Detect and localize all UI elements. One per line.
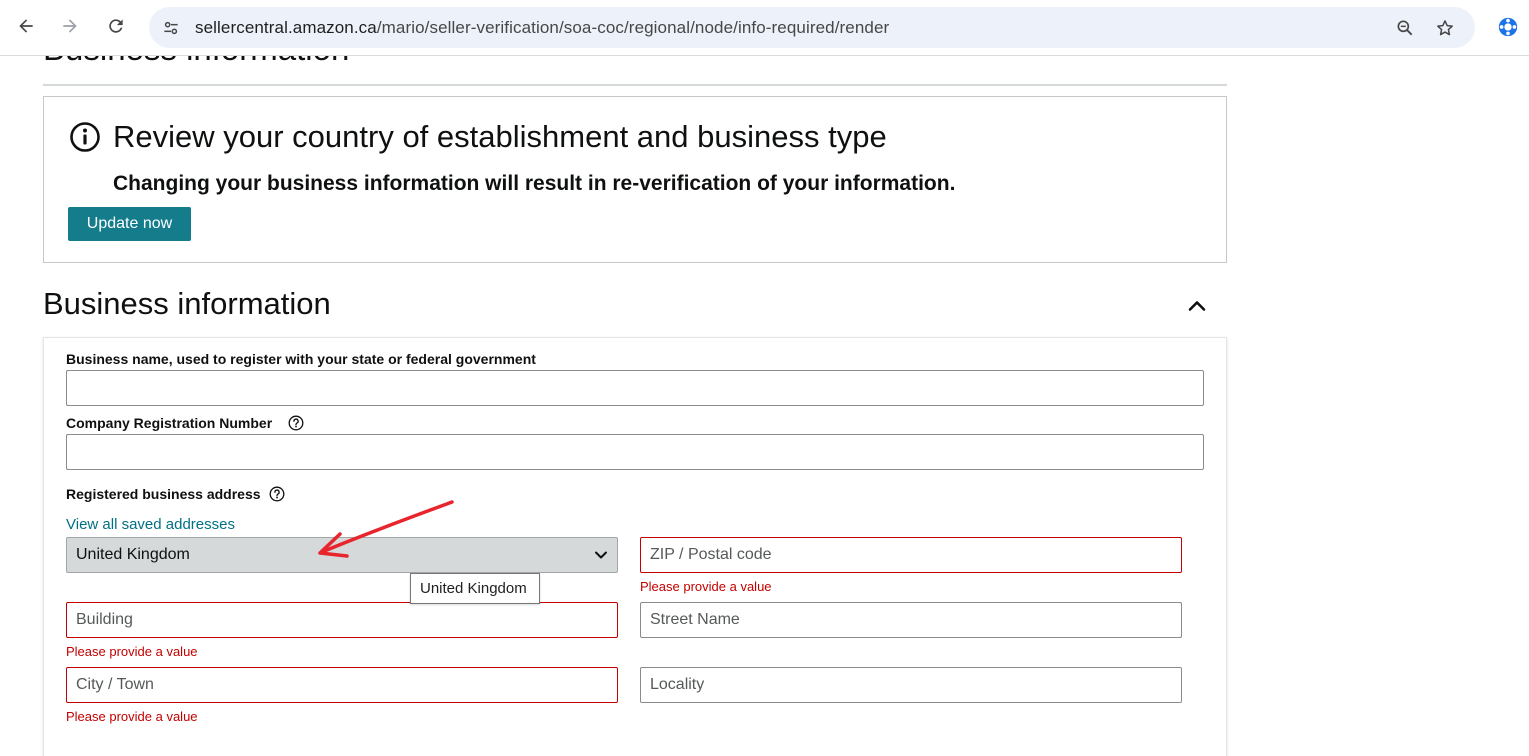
building-input[interactable] [66,602,618,638]
chevron-down-icon [595,551,607,559]
top-heading: Business information [43,56,1227,86]
url-host: sellercentral.amazon.ca [195,18,377,37]
street-input[interactable] [640,602,1182,638]
reload-icon [109,19,123,33]
browser-toolbar: sellercentral.amazon.ca/mario/seller-ver… [0,0,1529,56]
update-now-button[interactable]: Update now [68,207,191,241]
business-name-label: Business name, used to register with you… [66,351,536,367]
url-text: sellercentral.amazon.ca/mario/seller-ver… [195,18,889,38]
top-heading-text: Business information [43,56,349,68]
view-saved-addresses-link[interactable]: View all saved addresses [66,516,235,533]
back-button[interactable] [11,11,41,41]
building-error: Please provide a value [66,644,198,659]
zip-error: Please provide a value [640,579,772,594]
address-label: Registered business address [66,486,261,502]
city-input[interactable] [66,667,618,703]
crn-input[interactable] [66,434,1204,470]
chevron-up-icon[interactable] [1185,294,1209,318]
help-icon[interactable] [269,486,285,502]
arrow-right-icon [63,19,77,33]
info-icon [70,122,100,152]
alert-subtitle: Changing your business information will … [113,172,956,195]
url-path: /mario/seller-verification/soa-coc/regio… [376,18,890,37]
zoom-icon[interactable] [1393,16,1417,40]
country-select[interactable]: United Kingdom [66,537,618,573]
reload-button[interactable] [101,11,131,41]
crn-label: Company Registration Number [66,415,273,431]
country-select-value: United Kingdom [76,546,190,563]
tune-icon[interactable] [159,16,183,40]
alert-title: Review your country of establishment and… [113,119,887,154]
section-title: Business information [43,286,331,321]
business-name-input[interactable] [66,370,1204,406]
extension-icon[interactable] [1496,15,1520,39]
forward-button[interactable] [55,11,85,41]
country-tooltip: United Kingdom [410,573,540,604]
locality-input[interactable] [640,667,1182,703]
zip-input[interactable] [640,537,1182,573]
arrow-left-icon [19,19,33,33]
star-icon[interactable] [1433,16,1457,40]
help-icon[interactable] [288,415,304,431]
address-bar[interactable]: sellercentral.amazon.ca/mario/seller-ver… [149,7,1475,48]
city-error: Please provide a value [66,709,198,724]
info-alert: Review your country of establishment and… [43,96,1227,263]
